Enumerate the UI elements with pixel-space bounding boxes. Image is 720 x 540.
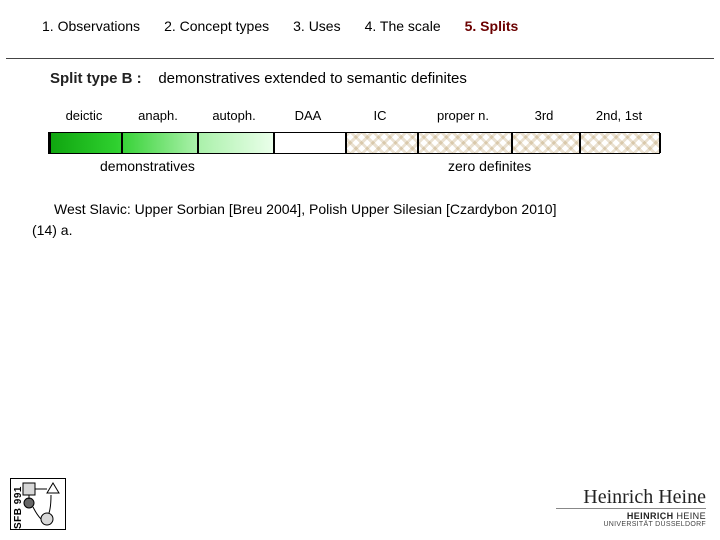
zero-definites-segment <box>345 133 659 153</box>
body-line-1: West Slavic: Upper Sorbian [Breu 2004], … <box>32 200 696 219</box>
slide-heading: Split type B : demonstratives extended t… <box>50 70 467 87</box>
bar-divider <box>417 133 419 153</box>
definiteness-scale-bar <box>48 132 660 154</box>
col-deictic: deictic <box>48 108 120 123</box>
annotation-zero-definites: zero definites <box>448 158 531 174</box>
hhu-logo: Heinrich Heine HEINRICH HEINE UNIVERSITÄ… <box>556 488 706 528</box>
tab-scale[interactable]: 4. The scale <box>365 18 441 34</box>
bar-divider <box>121 133 123 153</box>
sfb-text: SFB 991 <box>13 486 24 529</box>
tab-splits[interactable]: 5. Splits <box>465 18 519 34</box>
col-3rd: 3rd <box>510 108 578 123</box>
col-ic: IC <box>344 108 416 123</box>
example-label: (14) a. <box>32 221 696 240</box>
col-daa: DAA <box>272 108 344 123</box>
tab-observations[interactable]: 1. Observations <box>42 18 140 34</box>
tab-uses[interactable]: 3. Uses <box>293 18 340 34</box>
col-2nd-1st: 2nd, 1st <box>578 108 660 123</box>
bar-divider <box>659 133 661 153</box>
divider <box>6 58 714 59</box>
hhu-subtitle: UNIVERSITÄT DÜSSELDORF <box>556 521 706 528</box>
col-anaph: anaph. <box>120 108 196 123</box>
bar-divider <box>579 133 581 153</box>
scale-column-labels: deictic anaph. autoph. DAA IC proper n. … <box>48 108 660 128</box>
bar-divider <box>345 133 347 153</box>
heading-text: demonstratives extended to semantic defi… <box>158 70 467 87</box>
hhu-signature: Heinrich Heine <box>556 488 706 506</box>
col-proper-n: proper n. <box>416 108 510 123</box>
heading-label: Split type B : <box>50 70 142 87</box>
bar-divider <box>49 133 51 153</box>
tab-concept-types[interactable]: 2. Concept types <box>164 18 269 34</box>
bar-divider <box>273 133 275 153</box>
demonstratives-segment <box>50 133 273 153</box>
body-text: West Slavic: Upper Sorbian [Breu 2004], … <box>32 200 696 240</box>
tab-row: 1. Observations 2. Concept types 3. Uses… <box>42 18 696 34</box>
col-autoph: autoph. <box>196 108 272 123</box>
hhu-name: HEINRICH HEINE <box>556 508 706 521</box>
bar-divider <box>511 133 513 153</box>
annotation-demonstratives: demonstratives <box>100 158 195 174</box>
bar-divider <box>197 133 199 153</box>
sfb-logo: SFB 991 <box>10 478 66 530</box>
